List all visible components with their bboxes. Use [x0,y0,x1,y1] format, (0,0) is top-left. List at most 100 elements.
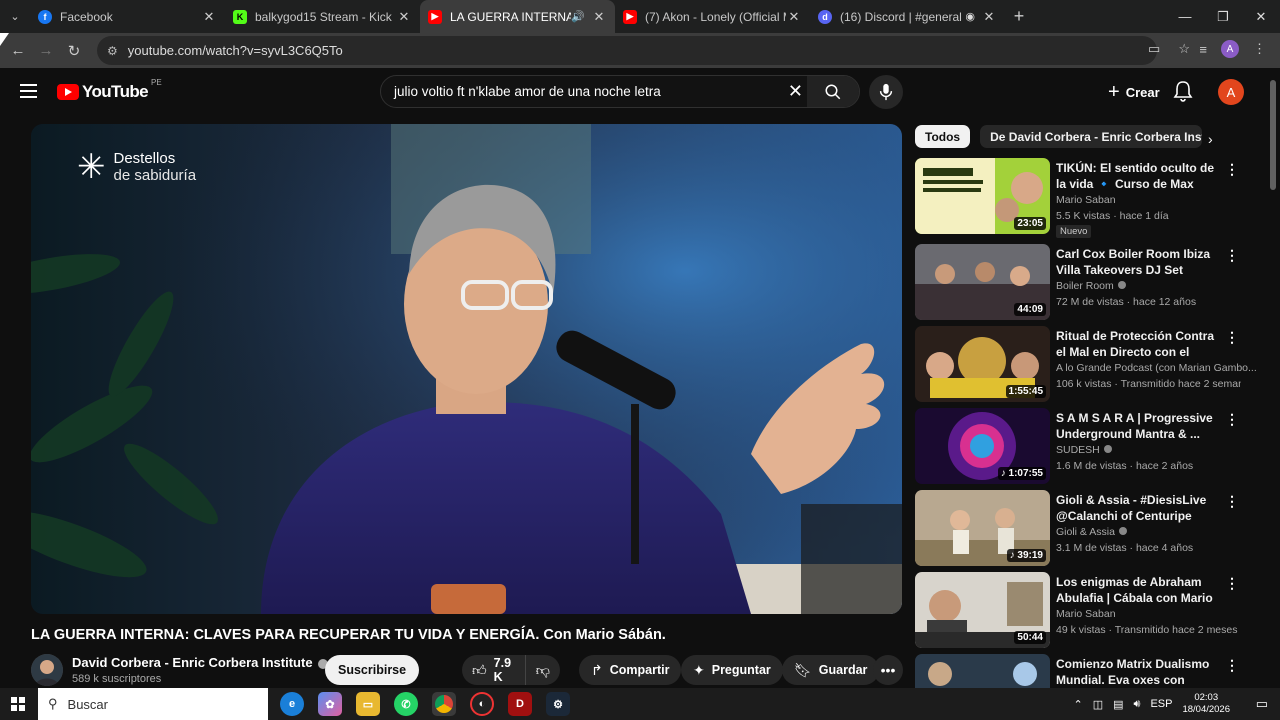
recommendation-title[interactable]: Gioli & Assia - #DiesisLive @Calanchi of… [1056,492,1221,524]
tab-search-chevron-icon[interactable]: ⌄ [0,0,30,33]
cast-icon[interactable]: ▭ [1148,41,1160,57]
tab-facebook[interactable]: f Facebook ✕ [30,0,225,33]
ask-button[interactable]: ✦ Preguntar [681,655,783,685]
address-bar[interactable]: ⚙ youtube.com/watch?v=syvL3C6Q5To [97,36,1157,65]
recommendation-item[interactable]: Comienzo Matrix Dualismo Mundial. Eva ox… [915,654,1245,688]
channel-name-link[interactable]: David Corbera - Enric Corbera Institute [72,655,328,670]
video-thumbnail[interactable]: 1:55:45 [915,326,1050,402]
new-tab-icon[interactable]: + [1005,6,1033,27]
guide-menu-icon[interactable] [20,84,37,98]
recommendation-item[interactable]: ♪ 1:07:55 S A M S A R A | Progressive Un… [915,408,1245,486]
recommendation-channel[interactable]: A lo Grande Podcast (con Marian Gambo... [1056,362,1257,374]
duration-badge: 1:55:45 [1005,385,1046,398]
search-input[interactable]: julio voltio ft n'klabe amor de una noch… [380,75,860,108]
file-explorer-icon[interactable]: ▭ [356,692,380,716]
obs-icon[interactable]: ◐ [470,692,494,716]
recommendation-item[interactable]: 23:05 TIKÚN: El sentido oculto de la vid… [915,158,1245,238]
tab-youtube-akon[interactable]: ▶ (7) Akon - Lonely (Official Music ✕ [615,0,810,33]
recommendation-item[interactable]: 50:44 Los enigmas de Abraham Abulafia | … [915,572,1245,650]
media-controls-icon[interactable]: ≡ [1199,42,1207,57]
site-info-icon[interactable]: ⚙ [107,44,118,58]
search-button[interactable] [807,76,859,107]
share-button[interactable]: ↱ Compartir [579,655,682,685]
recommendation-item[interactable]: 44:09 Carl Cox Boiler Room Ibiza Villa T… [915,244,1245,322]
recommendation-title[interactable]: Carl Cox Boiler Room Ibiza Villa Takeove… [1056,246,1221,278]
notifications-button[interactable] [1173,80,1193,107]
tab-close-icon[interactable]: ✕ [786,9,802,25]
windows-start-icon[interactable] [11,697,25,711]
recommendation-item[interactable]: ♪ 39:19 Gioli & Assia - #DiesisLive @Cal… [915,490,1245,568]
recommendation-title[interactable]: TIKÚN: El sentido oculto de la vida 🔹 Cu… [1056,160,1221,192]
browser-profile-avatar[interactable]: A [1221,40,1239,58]
video-thumbnail[interactable]: 23:05 [915,158,1050,234]
bookmark-star-icon[interactable]: ☆ [1178,41,1190,57]
tab-youtube-active[interactable]: ▶ LA GUERRA INTERNA: CLAV 🔊 ✕ [420,0,615,33]
video-thumbnail[interactable]: 44:09 [915,244,1050,320]
tab-close-icon[interactable]: ✕ [591,9,607,25]
more-options-icon[interactable]: ⋮ [1225,162,1239,176]
more-actions-icon[interactable]: ••• [873,655,903,685]
save-button[interactable]: 🔖︎ Guardar [782,655,880,685]
tab-kick[interactable]: K balkygod15 Stream - Kick Dashb ✕ [225,0,420,33]
more-options-icon[interactable]: ⋮ [1225,576,1239,590]
chevron-right-icon[interactable]: › [1208,131,1213,147]
video-thumbnail[interactable] [915,654,1050,688]
recommendation-channel[interactable]: Gioli & Assia [1056,526,1127,538]
reload-icon[interactable]: ↻ [60,42,88,60]
language-indicator[interactable]: ESP [1150,698,1172,710]
recommendation-item[interactable]: 1:55:45 Ritual de Protección Contra el M… [915,326,1257,404]
restore-icon[interactable]: ❐ [1204,0,1242,33]
like-button[interactable]: 👍︎ 7.9 K [462,655,526,685]
video-thumbnail[interactable]: ♪ 1:07:55 [915,408,1050,484]
recommendation-title[interactable]: Ritual de Protección Contra el Mal en Di… [1056,328,1221,360]
tab-close-icon[interactable]: ✕ [396,9,412,25]
video-player[interactable]: ✳ Destellos de sabiduría [31,124,902,614]
volume-icon[interactable]: 🔊︎ [1134,698,1141,711]
close-window-icon[interactable]: ✕ [1242,0,1280,33]
youtube-logo[interactable]: YouTube PE [57,78,162,102]
more-options-icon[interactable]: ⋮ [1225,330,1239,344]
tray-chevron-icon[interactable]: ⌃ [1073,698,1082,711]
recommendation-channel[interactable]: Mario Saban [1056,608,1116,620]
account-avatar[interactable]: A [1218,79,1244,105]
chip-from-channel[interactable]: De David Corbera - Enric Corbera Institu… [980,125,1203,148]
clear-search-icon[interactable]: ✕ [788,81,803,102]
video-thumbnail[interactable]: 50:44 [915,572,1050,648]
whatsapp-icon[interactable]: ✆ [394,692,418,716]
voice-search-button[interactable] [869,75,903,109]
tray-app-icon[interactable]: ◫ [1093,698,1103,711]
dislike-button[interactable]: 👎︎ [526,655,560,685]
more-options-icon[interactable]: ⋮ [1225,248,1239,262]
video-thumbnail[interactable]: ♪ 39:19 [915,490,1050,566]
recommendation-title[interactable]: S A M S A R A | Progressive Underground … [1056,410,1221,442]
dota-icon[interactable]: D [508,692,532,716]
speaker-icon[interactable]: 🔊 [571,10,585,23]
taskbar-clock[interactable]: 02:03 18/04/2026 [1182,692,1230,716]
more-options-icon[interactable]: ⋮ [1225,658,1239,672]
channel-avatar[interactable] [31,654,63,686]
tab-close-icon[interactable]: ✕ [981,9,997,25]
recommendation-channel[interactable]: Boiler Room [1056,280,1126,292]
browser-menu-icon[interactable]: ⋮ [1253,41,1266,57]
forward-icon[interactable]: → [32,42,60,59]
recommendation-channel[interactable]: Mario Saban [1056,194,1116,206]
more-options-icon[interactable]: ⋮ [1225,494,1239,508]
notifications-center-icon[interactable]: ▭ [1256,696,1268,712]
tab-close-icon[interactable]: ✕ [201,9,217,25]
edge-icon[interactable]: e [280,692,304,716]
minimize-icon[interactable]: — [1166,0,1204,33]
steam-icon[interactable]: ⚙ [546,692,570,716]
page-scrollbar[interactable] [1270,80,1276,190]
recommendation-title[interactable]: Los enigmas de Abraham Abulafia | Cábala… [1056,574,1221,606]
more-options-icon[interactable]: ⋮ [1225,412,1239,426]
chrome-icon[interactable] [432,692,456,716]
tab-discord[interactable]: d (16) Discord | #general | Uk ◉ ✕ [810,0,1005,33]
create-button[interactable]: + Crear [1096,76,1172,108]
taskbar-search-input[interactable]: ⚲ Buscar [38,688,268,720]
recommendation-title[interactable]: Comienzo Matrix Dualismo Mundial. Eva ox… [1056,656,1221,688]
network-icon[interactable]: ▤ [1113,698,1123,711]
chip-all[interactable]: Todos [915,125,971,148]
subscribe-button[interactable]: Suscribirse [325,655,420,685]
copilot-icon[interactable]: ✿ [318,692,342,716]
recommendation-channel[interactable]: SUDESH [1056,444,1112,456]
